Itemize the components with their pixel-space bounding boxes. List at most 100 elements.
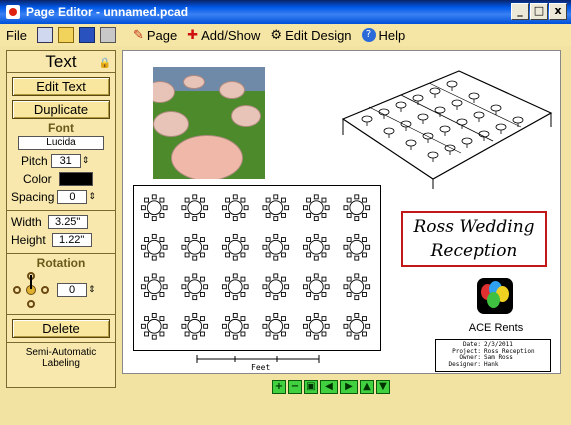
dial-dot[interactable] [27, 300, 35, 308]
save-disk-icon[interactable] [78, 27, 95, 43]
zoom-pan-toolbar: + − ▣ ◀ ▶ ▲ ▼ [272, 380, 390, 394]
pitch-label: Pitch [21, 154, 48, 168]
floor-table[interactable] [343, 273, 371, 301]
floor-table[interactable] [140, 194, 168, 222]
font-heading: Font [48, 121, 74, 135]
pitch-field[interactable]: 31 [50, 154, 81, 168]
zoom-out-icon[interactable]: − [288, 380, 302, 394]
width-label: Width [11, 215, 42, 229]
floor-table[interactable] [181, 313, 209, 340]
tent-table [446, 80, 458, 91]
tent-table [478, 130, 490, 141]
menu-edit-design[interactable]: ⚙ Edit Design [270, 28, 351, 43]
menu-file[interactable]: File [6, 28, 27, 43]
pitch-stepper-icon[interactable]: ⇕ [82, 156, 90, 166]
color-label: Color [23, 172, 52, 186]
maximize-button[interactable]: □ [530, 3, 548, 20]
floor-table[interactable] [343, 194, 371, 222]
floor-table[interactable] [221, 194, 249, 222]
color-swatch[interactable] [58, 172, 93, 186]
floor-table[interactable] [221, 233, 249, 261]
menu-add-show-label: Add/Show [201, 27, 261, 43]
render-table [171, 135, 243, 179]
arrow-up-icon[interactable]: ▲ [360, 380, 374, 394]
render-table [153, 111, 189, 137]
floor-table[interactable] [262, 273, 290, 301]
arrow-down-icon[interactable]: ▼ [376, 380, 390, 394]
arrow-left-icon[interactable]: ◀ [320, 380, 338, 394]
height-label: Height [11, 233, 46, 247]
project-info-block[interactable]: Date: 2/3/2011 Project: Ross Reception O… [435, 339, 551, 372]
dial-dot[interactable] [13, 286, 21, 294]
3d-render-view[interactable] [153, 67, 265, 179]
floor-table[interactable] [302, 273, 330, 301]
panel-title: Text 🔒 [7, 51, 115, 73]
pitch-row: Pitch 31 ⇕ [7, 154, 115, 168]
zoom-in-icon[interactable]: + [272, 380, 286, 394]
font-name-field[interactable]: Lucida [18, 136, 104, 150]
edit-text-button[interactable]: Edit Text [12, 77, 110, 96]
spacing-field[interactable]: 0 [57, 190, 88, 204]
tent-table [512, 116, 524, 127]
spacing-stepper-icon[interactable]: ⇕ [88, 192, 96, 202]
page-canvas[interactable]: Feet Ross Wedding Reception ACE Rents Da… [122, 50, 561, 374]
floor-table[interactable] [302, 233, 330, 261]
close-button[interactable]: x [549, 3, 567, 20]
workspace: Text 🔒 Edit Text Duplicate Font Lucida P… [0, 46, 571, 425]
print-icon[interactable] [99, 27, 116, 43]
text-properties-panel: Text 🔒 Edit Text Duplicate Font Lucida P… [6, 50, 116, 388]
floor-table[interactable] [221, 313, 249, 340]
dial-needle [30, 275, 32, 289]
plus-icon: ✚ [187, 27, 199, 43]
floor-table[interactable] [140, 313, 168, 340]
lock-icon[interactable]: 🔒 [99, 53, 111, 75]
tent-wireframe[interactable] [333, 61, 555, 191]
floor-table[interactable] [343, 313, 371, 340]
title-line1: Ross Wedding [413, 217, 535, 237]
tent-table [434, 106, 446, 117]
rotation-field[interactable]: 0 [57, 283, 87, 297]
floor-table[interactable] [140, 233, 168, 261]
width-row: Width 3.25" [7, 215, 115, 229]
delete-button[interactable]: Delete [12, 319, 110, 338]
rotation-heading: Rotation [36, 256, 86, 270]
gear-icon: ⚙ [270, 27, 283, 43]
title-bar: Page Editor - unnamed.pcad _ □ x [0, 0, 571, 24]
width-field[interactable]: 3.25" [47, 215, 88, 229]
minimize-button[interactable]: _ [511, 3, 529, 20]
balloons-logo-icon[interactable] [477, 278, 513, 314]
floor-table[interactable] [262, 194, 290, 222]
dial-dot[interactable] [41, 286, 49, 294]
floor-table[interactable] [262, 233, 290, 261]
floor-table[interactable] [181, 273, 209, 301]
floor-table[interactable] [181, 233, 209, 261]
floor-table[interactable] [140, 273, 168, 301]
open-folder-icon[interactable] [57, 27, 74, 43]
arrow-right-icon[interactable]: ▶ [340, 380, 358, 394]
menu-help[interactable]: ? Help [361, 28, 405, 43]
render-table [183, 75, 205, 89]
menu-page[interactable]: ✎ Page [133, 28, 177, 43]
semi-automatic-labeling[interactable]: Semi-Automatic Labeling [7, 347, 115, 369]
tent-table [405, 139, 417, 150]
floor-table[interactable] [181, 194, 209, 222]
new-file-icon[interactable] [36, 27, 53, 43]
rotation-dial[interactable] [13, 272, 49, 308]
floor-table[interactable] [221, 273, 249, 301]
menu-add-show[interactable]: ✚ Add/Show [187, 28, 260, 43]
selected-text-box[interactable]: Ross Wedding Reception [401, 211, 547, 267]
zoom-fit-icon[interactable]: ▣ [304, 380, 318, 394]
tent-table [378, 108, 390, 119]
tent-table [495, 123, 507, 134]
divider [7, 314, 115, 315]
duplicate-button[interactable]: Duplicate [12, 100, 110, 119]
floor-table[interactable] [302, 313, 330, 340]
info-line: Designer: Hank [439, 361, 547, 369]
height-field[interactable]: 1.22" [51, 233, 92, 247]
floor-table[interactable] [302, 194, 330, 222]
floor-table[interactable] [343, 233, 371, 261]
floor-plan[interactable] [133, 185, 381, 351]
floor-table[interactable] [262, 313, 290, 340]
rotation-stepper-icon[interactable]: ⇕ [88, 285, 96, 295]
render-table [231, 105, 261, 127]
